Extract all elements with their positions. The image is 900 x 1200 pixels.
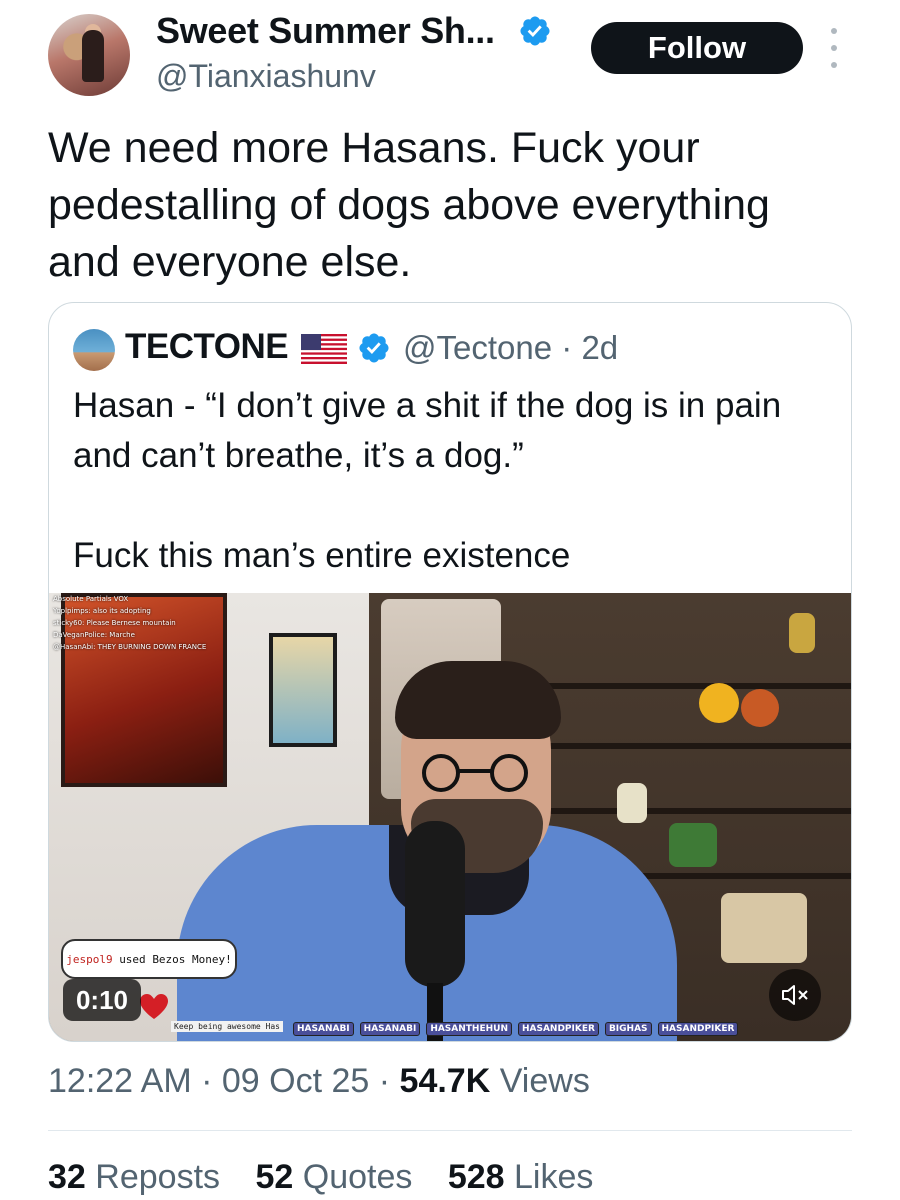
tweet-meta: 12:22 AM · 09 Oct 25 · 54.7K Views (48, 1062, 590, 1101)
shelf (529, 808, 851, 814)
social-tag: HASANDPIKER (517, 1022, 599, 1036)
shelf-toy (699, 683, 739, 723)
video-player[interactable]: Absolute Partials VOX Yoplpimps: also it… (49, 593, 851, 1041)
quoted-verified-badge-icon (359, 333, 389, 363)
avatar-figure-body (82, 30, 104, 82)
chat-line: sticky60: Please Bernese mountain (53, 619, 176, 627)
likes-stat[interactable]: 528 Likes (448, 1158, 594, 1196)
us-flag-icon (301, 334, 347, 364)
dot (831, 62, 837, 68)
quotes-stat[interactable]: 52 Quotes (255, 1158, 421, 1196)
quoted-author-name[interactable]: TECTONE (125, 327, 289, 367)
shelf-toy (669, 823, 717, 867)
shelf-plaque (721, 893, 807, 963)
shelf (529, 743, 851, 749)
separator-dot: · (378, 1062, 391, 1100)
separator-dot: · (561, 329, 573, 366)
likes-label: Likes (514, 1158, 594, 1196)
reposts-count: 32 (48, 1158, 86, 1196)
donation-item: Bezos Money! (152, 952, 232, 966)
speaker-muted-icon (782, 985, 808, 1005)
tweet-stats: 32 Reposts 52 Quotes 528 Likes (48, 1158, 619, 1197)
quoted-text-paragraph-2: Fuck this man’s entire existence (73, 536, 571, 575)
chat-line: Absolute Partials VOX (53, 595, 129, 603)
quoted-handle-line: @Tectone · 2d (403, 329, 618, 367)
tweet-date[interactable]: 09 Oct 25 (222, 1062, 369, 1100)
stream-chat-overlay: Absolute Partials VOX Yoplpimps: also it… (49, 593, 319, 683)
tweet-header: Sweet Summer Sh... @Tianxiashunv Follow (0, 0, 900, 110)
views-label: Views (499, 1062, 590, 1100)
author-handle[interactable]: @Tianxiashunv (156, 58, 376, 95)
author-display-name[interactable]: Sweet Summer Sh... (156, 10, 495, 52)
social-tag: HASANDPIKER (657, 1022, 739, 1036)
stream-caption: Keep being awesome Has (171, 1021, 283, 1032)
donation-alert: jespol9 used Bezos Money! (61, 939, 237, 979)
stream-social-bar: HASANABI HASANABI HASANTHEHUN HASANDPIKE… (293, 1021, 851, 1037)
more-options-icon[interactable] (824, 28, 844, 68)
dot (831, 28, 837, 34)
shelf (529, 683, 851, 689)
video-glasses (422, 754, 528, 792)
social-tag: BIGHAS (604, 1022, 652, 1036)
quotes-label: Quotes (302, 1158, 413, 1196)
shelf-toy (741, 689, 779, 727)
quoted-tweet-text: Hasan - “I don’t give a shit if the dog … (73, 381, 833, 581)
views-count: 54.7K (399, 1062, 491, 1100)
follow-button[interactable]: Follow (591, 22, 803, 74)
divider (48, 1130, 852, 1131)
video-person-hair (395, 661, 561, 739)
video-microphone (405, 821, 465, 987)
shelf-toy (789, 613, 815, 653)
social-tag: HASANABI (293, 1022, 354, 1036)
donation-user: jespol9 (66, 952, 113, 966)
mute-button[interactable] (769, 969, 821, 1021)
chat-line: @HasanAbi: THEY BURNING DOWN FRANCE (53, 643, 207, 651)
chat-line: Yoplpimps: also its adopting (53, 607, 151, 615)
shelf-toy (617, 783, 647, 823)
quoted-tweet-age[interactable]: 2d (581, 329, 618, 366)
separator-dot: · (201, 1062, 213, 1100)
quoted-text-paragraph-1: Hasan - “I don’t give a shit if the dog … (73, 386, 782, 475)
chat-line: DaVeganPolice: Marche (53, 631, 135, 639)
quoted-author-handle[interactable]: @Tectone (403, 329, 552, 366)
verified-badge-icon (520, 16, 550, 46)
social-tag: HASANABI (359, 1022, 421, 1036)
tweet-text: We need more Hasans. Fuck your pedestall… (48, 124, 770, 286)
video-timestamp: 0:10 (63, 979, 141, 1021)
quoted-tweet-card[interactable]: TECTONE @Tectone · 2d Hasan - “I don’t g… (48, 302, 852, 1042)
donation-action: used (119, 952, 146, 966)
tweet-time[interactable]: 12:22 AM (48, 1062, 192, 1100)
quotes-count: 52 (255, 1158, 294, 1196)
dot (831, 45, 837, 51)
social-tag: HASANTHEHUN (426, 1022, 512, 1036)
heart-icon (140, 994, 168, 1019)
likes-count: 528 (447, 1158, 505, 1196)
quoted-author-avatar[interactable] (73, 329, 115, 371)
author-avatar[interactable] (48, 14, 130, 96)
reposts-stat[interactable]: 32 Reposts (48, 1158, 229, 1196)
reposts-label: Reposts (95, 1158, 221, 1196)
